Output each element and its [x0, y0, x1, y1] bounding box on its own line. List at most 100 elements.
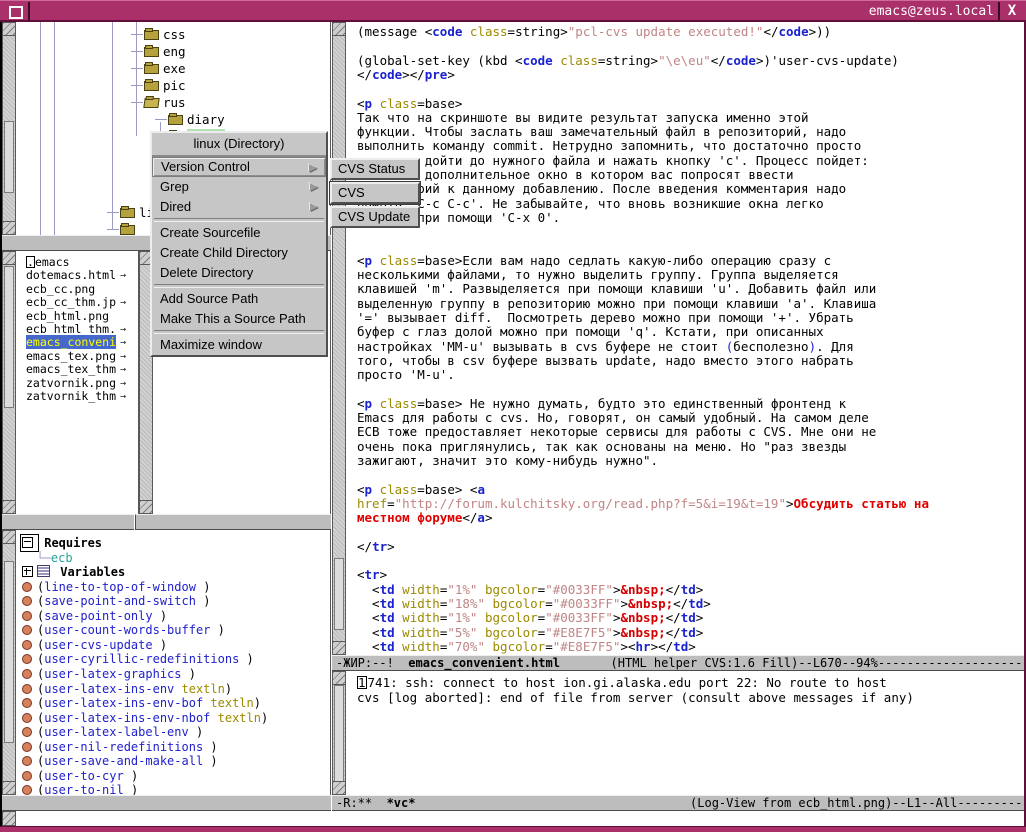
- methods-scrollbar[interactable]: [2, 530, 16, 795]
- method-item-line-to-top-of-window[interactable]: (line-to-top-of-window ): [22, 580, 210, 594]
- dir-tree-item-eng[interactable]: eng: [2, 44, 328, 59]
- file-item-ecb_cc_thm.jp[interactable]: ecb_cc_thm.jp→: [26, 296, 136, 309]
- tree-node-ecb[interactable]: └─ecb: [22, 551, 73, 565]
- scrollbar-cap[interactable]: [3, 531, 15, 544]
- ecb-methods-window[interactable]: Requires └─ecb Variables(line-to-top-of-…: [2, 530, 331, 795]
- collapse-icon[interactable]: [22, 537, 33, 548]
- scrollbar-cap[interactable]: [3, 23, 15, 36]
- editor-line: нажать 'C-c C-c'. Не забывайте, что внов…: [357, 197, 1022, 211]
- dir-tree-item-rus[interactable]: rus: [2, 95, 328, 110]
- tree-node-Requires[interactable]: Requires: [22, 536, 102, 550]
- menu-item-delete-directory[interactable]: Delete Directory: [152, 263, 326, 283]
- method-item-save-point-and-switch[interactable]: (save-point-and-switch ): [22, 594, 210, 608]
- menu-item-version-control[interactable]: Version Control: [152, 157, 326, 177]
- editor-line: Emacs для работы с cvs. Но, говорят, он …: [357, 411, 1022, 425]
- sources-scrollbar[interactable]: [2, 251, 16, 514]
- window-close-button[interactable]: X: [998, 2, 1024, 20]
- scrollbar-thumb[interactable]: [4, 266, 14, 408]
- vc-scrollbar[interactable]: [332, 671, 346, 795]
- scrollbar-cap[interactable]: [333, 672, 345, 685]
- menu-item-dired[interactable]: Dired: [152, 197, 326, 217]
- menu-item-create-sourcefile[interactable]: Create Sourcefile: [152, 223, 326, 243]
- scrollbar-thumb[interactable]: [334, 558, 344, 630]
- vc-window[interactable]: 1741: ssh: connect to host ion.gi.alaska…: [332, 671, 1024, 795]
- menu-item-create-child-directory[interactable]: Create Child Directory: [152, 243, 326, 263]
- scrollbar-cap[interactable]: [3, 252, 15, 265]
- method-item-user-latex-ins-env-nbof[interactable]: (user-latex-ins-env-nbof textln): [22, 711, 268, 725]
- method-item-user-cvs-update[interactable]: (user-cvs-update ): [22, 638, 167, 652]
- paren: ): [160, 609, 167, 623]
- file-item-emacs[interactable]: .emacs: [26, 256, 136, 269]
- file-item-ecb_html.png[interactable]: ecb_html.png: [26, 310, 136, 323]
- method-item-user-latex-ins-env-bof[interactable]: (user-latex-ins-env-bof textln): [22, 696, 261, 710]
- scrollbar-cap[interactable]: [333, 23, 345, 36]
- file-item-emacs_tex_thm[interactable]: emacs_tex_thm→: [26, 363, 136, 376]
- method-item-user-to-nil[interactable]: (user-to-nil ): [22, 783, 138, 795]
- window-menu-button[interactable]: [2, 2, 30, 20]
- method-name: user-latex-ins-env-bof: [44, 696, 203, 710]
- dir-tree-item-exe[interactable]: exe: [2, 61, 328, 76]
- scrollbar-thumb[interactable]: [334, 685, 344, 784]
- scrollbar-cap[interactable]: [3, 221, 15, 234]
- file-item-ecb_html_thm.[interactable]: ecb_html_thm.→: [26, 323, 136, 336]
- method-item-user-count-words-buffer[interactable]: (user-count-words-buffer ): [22, 623, 225, 637]
- truncation-arrow-icon: →: [120, 336, 126, 349]
- scrollbar-cap[interactable]: [3, 781, 15, 794]
- file-item-emacs_conveni[interactable]: emacs_conveni→: [26, 336, 136, 349]
- menu-item-maximize-window[interactable]: Maximize window: [152, 335, 326, 355]
- method-item-user-nil-redefinitions[interactable]: (user-nil-redefinitions ): [22, 740, 218, 754]
- minibuffer[interactable]: (make-frame-visible (#<frame emacs@zeus.…: [2, 811, 1024, 826]
- text-segment: функции. Чтобы заслать ваш замечательный…: [357, 124, 846, 139]
- ecb-sources-window[interactable]: .emacsdotemacs.html→ecb_cc.pngecb_cc_thm…: [2, 251, 139, 514]
- method-name: user-to-nil: [44, 783, 123, 795]
- menu-item-add-source-path[interactable]: Add Source Path: [152, 289, 326, 309]
- menu-separator: [154, 284, 324, 288]
- submenu-item-cvs-status[interactable]: CVS Status: [330, 158, 420, 180]
- file-item-ecb_cc.png[interactable]: ecb_cc.png: [26, 283, 136, 296]
- expand-icon[interactable]: [22, 566, 33, 577]
- edit-scrollbar[interactable]: [332, 22, 346, 655]
- editor-line: '=' вызывает diff. Посмотреть дерево мож…: [357, 311, 1022, 325]
- method-item-user-save-and-make-all[interactable]: (user-save-and-make-all ): [22, 754, 218, 768]
- method-item-user-cyrillic-redefinitions[interactable]: (user-cyrillic-redefinitions ): [22, 652, 254, 666]
- menu-item-make-this-a-source-path[interactable]: Make This a Source Path: [152, 309, 326, 329]
- file-item-dotemacs.html[interactable]: dotemacs.html→: [26, 269, 136, 282]
- text-segment: <: [357, 596, 380, 611]
- file-item-emacs_tex.png[interactable]: emacs_tex.png→: [26, 350, 136, 363]
- text-segment: >: [696, 625, 704, 640]
- method-arg: [124, 783, 131, 795]
- scrollbar-thumb[interactable]: [4, 561, 14, 743]
- text-segment: "#0033FF": [545, 610, 613, 625]
- method-item-save-point-only[interactable]: (save-point-only ): [22, 609, 167, 623]
- menu-item-grep[interactable]: Grep: [152, 177, 326, 197]
- dir-tree-item-css[interactable]: css: [2, 27, 328, 42]
- method-item-user-latex-graphics[interactable]: (user-latex-graphics ): [22, 667, 196, 681]
- method-item-user-latex-label-env[interactable]: (user-latex-label-env ): [22, 725, 203, 739]
- file-item-zatvornik.png[interactable]: zatvornik.png→: [26, 377, 136, 390]
- context-menu-header: linux (Directory): [152, 133, 326, 157]
- method-name: user-count-words-buffer: [44, 623, 210, 637]
- text-segment: очень пока приглянулись, так как основан…: [357, 439, 846, 454]
- submenu-item-cvs-update[interactable]: CVS Update: [330, 206, 420, 228]
- dir-tree-item-diary[interactable]: diary: [2, 112, 328, 127]
- scrollbar-cap[interactable]: [333, 641, 345, 654]
- directories-scrollbar[interactable]: [2, 22, 16, 235]
- scrollbar-cap[interactable]: [333, 781, 345, 794]
- edit-window[interactable]: (message <code class=string>"pcl-cvs upd…: [332, 22, 1024, 655]
- scrollbar-cap[interactable]: [140, 500, 152, 513]
- editor-line: href="http://forum.kulchitsky.org/read.p…: [357, 497, 1022, 511]
- text-segment: нажать 'C-c C-c'. Не забывайте, что внов…: [357, 196, 824, 211]
- text-segment: </: [666, 582, 681, 597]
- dir-tree-item-pic[interactable]: pic: [2, 78, 328, 93]
- text-segment: =: [545, 639, 553, 654]
- scrollbar-cap[interactable]: [3, 500, 15, 513]
- editor-line: <p class=base> <a: [357, 483, 1022, 497]
- submenu-item-cvs-examine[interactable]: CVS Examine: [330, 182, 420, 204]
- scrollbar-thumb[interactable]: [4, 121, 14, 193]
- tree-node-Variables[interactable]: Variables: [22, 565, 125, 579]
- method-item-user-to-cyr[interactable]: (user-to-cyr ): [22, 769, 138, 783]
- paren: ): [131, 783, 138, 795]
- method-item-user-latex-ins-env[interactable]: (user-latex-ins-env textln): [22, 682, 232, 696]
- dir-label: css: [163, 27, 186, 42]
- file-item-zatvornik_thm[interactable]: zatvornik_thm→: [26, 390, 136, 403]
